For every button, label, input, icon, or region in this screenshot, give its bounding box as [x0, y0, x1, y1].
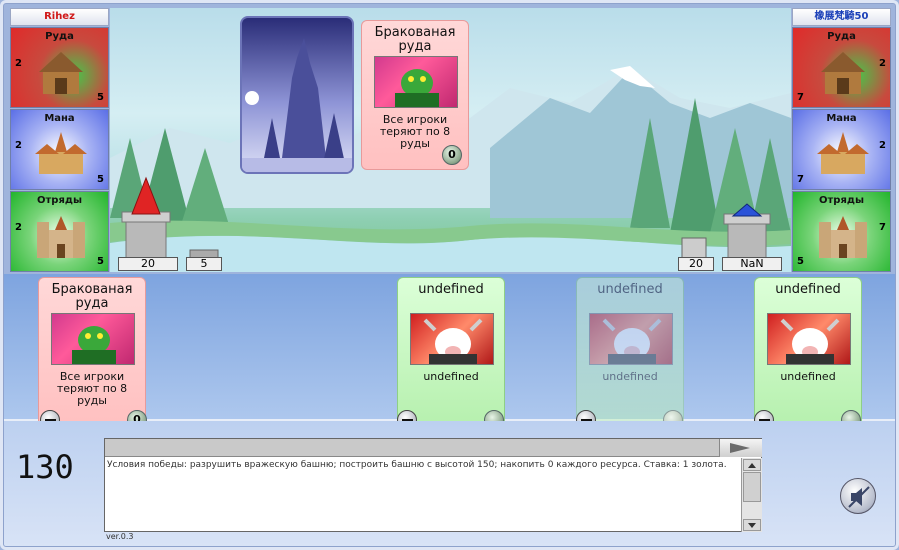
game-window: 20 5 20 NaN Бракованая руда Все игроки т… — [0, 0, 899, 550]
window-frame — [0, 0, 899, 550]
